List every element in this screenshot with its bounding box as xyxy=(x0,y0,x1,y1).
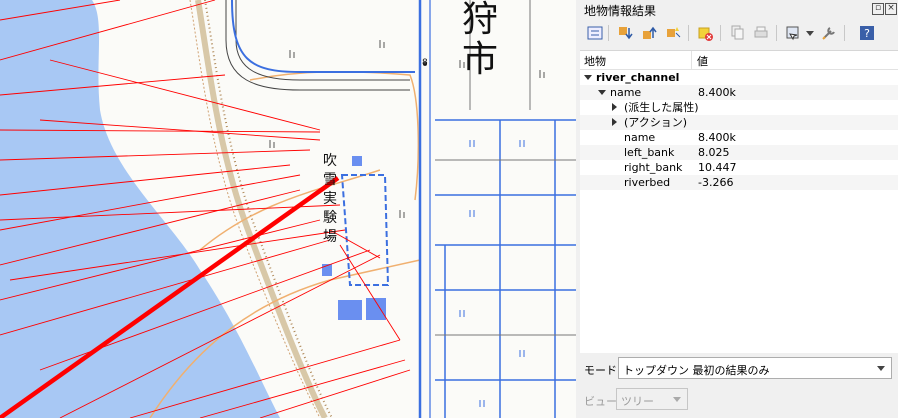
tree-row[interactable]: riverbed -3.266 xyxy=(580,175,898,190)
row-name: name xyxy=(610,86,642,99)
row-value: -3.266 xyxy=(698,176,734,189)
row-value: 8.400k xyxy=(698,86,736,99)
route-number: 8 xyxy=(422,58,428,68)
tree-row[interactable]: left_bank 8.025 xyxy=(580,145,898,160)
column-value[interactable]: 値 xyxy=(697,53,708,69)
help-icon[interactable]: ? xyxy=(858,24,876,42)
clear-results-icon[interactable] xyxy=(696,24,714,42)
mode-label: モード xyxy=(584,364,617,377)
mode-select[interactable]: トップダウン 最初の結果のみ xyxy=(618,357,892,379)
row-name: (アクション) xyxy=(624,116,688,129)
tree-row[interactable]: name 8.400k xyxy=(580,85,898,100)
identify-options-icon[interactable] xyxy=(784,24,802,42)
row-name: name xyxy=(624,131,656,144)
select-previous-icon[interactable] xyxy=(640,24,658,42)
results-tree[interactable]: 地物 値 river_channelname 8.400k (派生した属性) (アクシ… xyxy=(580,50,898,353)
copy-icon[interactable] xyxy=(728,24,746,42)
row-value: 8.025 xyxy=(698,146,730,159)
row-name: right_bank xyxy=(624,161,683,174)
field-grid xyxy=(435,119,576,418)
chevron-down-icon xyxy=(673,397,681,402)
panel-title: 地物情報結果 xyxy=(584,4,657,18)
row-value: 10.447 xyxy=(698,161,737,174)
close-icon[interactable]: × xyxy=(885,3,897,15)
row-value: 8.400k xyxy=(698,131,736,144)
small-island-2 xyxy=(128,57,136,63)
small-island xyxy=(116,65,132,75)
chevron-down-icon xyxy=(877,366,885,371)
paddy-symbols xyxy=(459,140,525,407)
tree-header: 地物 値 xyxy=(580,51,898,70)
select-next-icon[interactable] xyxy=(616,24,634,42)
highlight-icon[interactable] xyxy=(664,24,682,42)
view-value: ツリー xyxy=(621,395,654,408)
row-name: (派生した属性) xyxy=(624,101,699,114)
settings-icon[interactable] xyxy=(820,24,838,42)
row-name: left_bank xyxy=(624,146,675,159)
options-dropdown-icon[interactable] xyxy=(806,31,814,36)
tree-row[interactable]: name 8.400k xyxy=(580,130,898,145)
float-icon[interactable]: ▫ xyxy=(872,3,884,15)
city-label: 狩 市 xyxy=(461,0,498,80)
tree-row[interactable]: right_bank 10.447 xyxy=(580,160,898,175)
identify-results-panel: 地物情報結果 ▫ × ? 地物 値 river_channel name 8.4… xyxy=(580,0,898,418)
row-name: river_channel xyxy=(596,71,680,84)
site-label: 吹雪実験場 xyxy=(323,153,337,245)
identify-toolbar: ? xyxy=(580,21,898,45)
column-feature[interactable]: 地物 xyxy=(584,53,606,69)
map-canvas[interactable]: 狩 市 吹雪実験場 8 xyxy=(0,0,576,418)
expand-icon[interactable] xyxy=(612,103,617,111)
gray-road-2 xyxy=(225,0,410,91)
view-label: ビュー xyxy=(584,395,617,408)
collapse-icon[interactable] xyxy=(584,75,592,80)
tree-row[interactable]: (派生した属性) xyxy=(580,100,898,115)
tree-row[interactable]: river_channel xyxy=(580,70,898,85)
row-name: riverbed xyxy=(624,176,671,189)
collapse-icon[interactable] xyxy=(598,90,606,95)
view-select: ツリー xyxy=(616,388,688,410)
mode-value: トップダウン 最初の結果のみ xyxy=(623,364,770,377)
svg-text:?: ? xyxy=(864,27,870,40)
tree-row[interactable]: (アクション) xyxy=(580,115,898,130)
expand-tree-icon[interactable] xyxy=(586,24,604,42)
blue-loop xyxy=(231,0,415,73)
expand-icon[interactable] xyxy=(612,118,617,126)
print-icon[interactable] xyxy=(752,24,770,42)
